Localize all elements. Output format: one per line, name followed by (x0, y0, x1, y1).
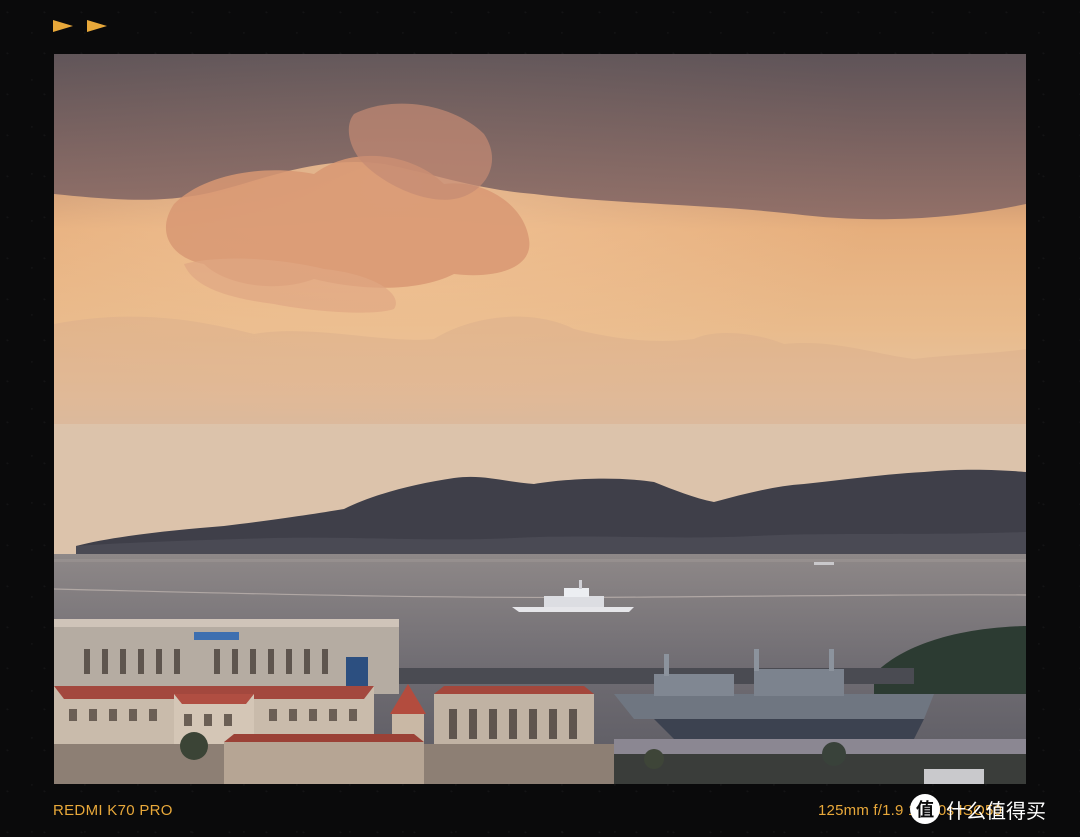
landscape-photo (54, 54, 1026, 784)
watermark: 值 什么值得买 (910, 794, 1046, 824)
watermark-text: 什么值得买 (946, 798, 1046, 823)
play-arrow-icon (53, 20, 73, 32)
film-marks (53, 20, 107, 32)
photo-frame: REDMI K70 PRO 125mm f/1.9 1/100s ISO50 值… (0, 0, 1080, 837)
smzdm-logo-icon: 值 (910, 794, 940, 824)
play-arrow-icon (87, 20, 107, 32)
camera-model-label: REDMI K70 PRO (53, 802, 173, 819)
